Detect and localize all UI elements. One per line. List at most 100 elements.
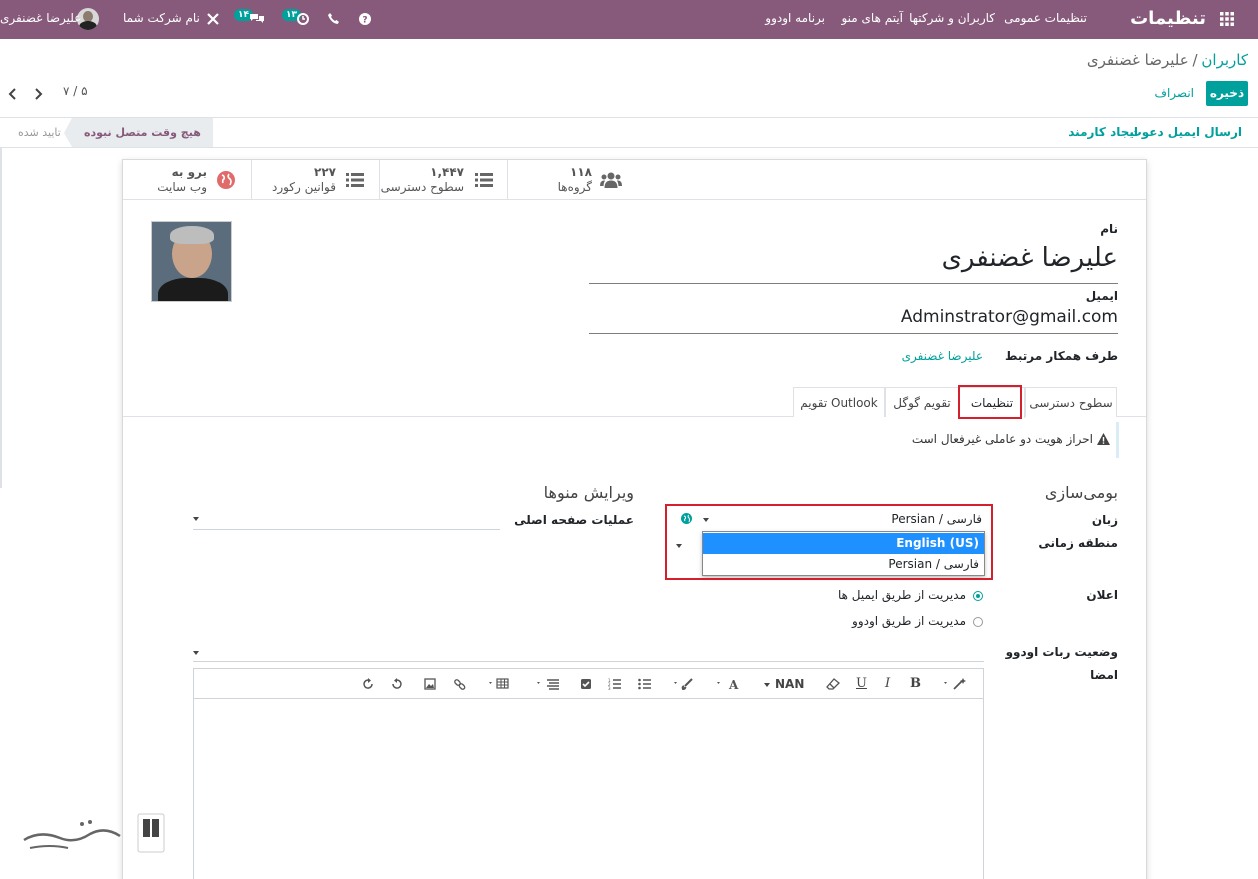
apps-grid-icon[interactable] (1220, 0, 1234, 39)
numbered-list-icon[interactable]: 123 (608, 675, 622, 693)
access-rights-count: ۱,۴۴۷ (430, 165, 464, 179)
menu-odoo-app[interactable]: برنامه اودوو (765, 0, 825, 39)
language-highlight-box (665, 504, 993, 580)
home-action-select[interactable] (193, 511, 500, 530)
notification-odoo-radio[interactable] (973, 617, 983, 627)
stage-arrow (64, 118, 72, 147)
warning-icon (1097, 433, 1110, 445)
record-rules-count: ۲۲۷ (314, 165, 336, 179)
access-rights-label: سطوح دسترسی (380, 180, 464, 194)
language-label: زبان (1091, 513, 1118, 527)
company-switcher[interactable]: نام شرکت شما (123, 0, 200, 39)
breadcrumb-separator: / (1192, 51, 1198, 69)
editor-toolbar: 123 A NAN U I B (194, 669, 983, 699)
user-photo[interactable] (151, 221, 232, 302)
font-size-select[interactable]: NAN (764, 675, 804, 693)
font-color-icon[interactable]: A (717, 675, 741, 693)
menus-customization-title: ویرایش منوها (543, 483, 634, 502)
two-factor-alert-text: احراز هویت دو عاملی غیرفعال است (911, 432, 1093, 446)
magic-wand-icon[interactable] (944, 675, 968, 693)
menu-users-companies[interactable]: کاربران و شرکتها (909, 0, 995, 39)
notification-label: اعلان (1086, 588, 1118, 602)
breadcrumb: کاربران / علیرضا غضنفری (1087, 51, 1248, 69)
image-icon[interactable] (424, 675, 436, 693)
odoobot-caret (193, 651, 199, 655)
record-rules-stat-button[interactable]: ۲۲۷ قوانین رکورد (251, 160, 379, 200)
pager-previous-button[interactable] (8, 87, 18, 101)
groups-count: ۱۱۸ (570, 165, 592, 179)
create-employee-button[interactable]: ایجاد کارمند (1068, 125, 1138, 139)
notification-odoo-label[interactable]: مدیریت از طریق اودوو (852, 614, 966, 628)
tab-google-calendar[interactable]: تقویم گوگل (885, 387, 959, 417)
website-label: وب سایت (157, 180, 207, 194)
undo-icon[interactable] (391, 675, 403, 693)
menu-general-settings[interactable]: تنظیمات عمومی (1004, 0, 1087, 39)
messages-menu[interactable]: ۱۴ (234, 0, 266, 39)
help-icon[interactable]: ? (359, 0, 371, 39)
signature-editor[interactable]: 123 A NAN U I B (193, 668, 984, 879)
name-input[interactable]: علیرضا غضنفری (589, 238, 1118, 284)
name-label: نام (1100, 222, 1118, 236)
background-color-icon[interactable] (674, 675, 696, 693)
table-icon[interactable] (489, 675, 511, 693)
pager-value[interactable]: ۵ / ۷ (63, 84, 88, 98)
eraser-icon[interactable] (826, 675, 840, 693)
paragraph-align-icon[interactable] (537, 675, 561, 693)
svg-text:A: A (728, 678, 739, 690)
discard-button[interactable]: انصراف (1155, 81, 1194, 106)
stage-never-connected[interactable]: هیچ وقت متصل نبوده (72, 118, 213, 147)
app-title[interactable]: تنظیمات (1130, 0, 1206, 39)
user-menu[interactable]: علیرضا غضنفری (0, 0, 81, 39)
globe-icon (217, 171, 235, 189)
home-action-caret (193, 517, 199, 521)
underline-icon[interactable]: U (856, 675, 867, 693)
chat-icon (250, 13, 264, 25)
list-icon (475, 173, 493, 187)
related-partner-link[interactable]: علیرضا غضنفری (902, 349, 983, 363)
stage-confirmed[interactable]: تایید شده (18, 118, 61, 147)
related-partner-label: طرف همکار مرتبط (1005, 349, 1118, 363)
groups-stat-button[interactable]: ۱۱۸ گروه‌ها (507, 160, 635, 200)
button-box: ۱۱۸ گروه‌ها ۱,۴۴۷ سطوح دسترسی ۲۲۷ قوانین… (123, 160, 1146, 200)
checklist-icon[interactable] (580, 675, 592, 693)
users-icon (600, 172, 622, 188)
tab-highlight-box (958, 385, 1022, 419)
access-rights-stat-button[interactable]: ۱,۴۴۷ سطوح دسترسی (379, 160, 507, 200)
redo-icon[interactable] (362, 675, 374, 693)
timezone-label: منطقه زمانی (1038, 536, 1118, 550)
svg-text:?: ? (362, 16, 367, 26)
tab-outlook-calendar[interactable]: تقویم Outlook (793, 387, 885, 417)
italic-icon[interactable]: I (885, 675, 890, 693)
notification-email-radio[interactable] (973, 591, 983, 601)
groups-label: گروه‌ها (557, 180, 592, 194)
save-button[interactable]: ذخیره (1206, 81, 1248, 106)
link-icon[interactable] (454, 675, 466, 693)
activities-menu[interactable]: ۱۳ (282, 0, 312, 39)
go-to-website-stat-button[interactable]: برو به وب سایت (123, 160, 251, 200)
email-label: ایمیل (1085, 289, 1118, 303)
list-icon (346, 173, 364, 187)
debug-tools-icon[interactable] (207, 0, 219, 39)
watermark-logo (20, 810, 168, 858)
bold-icon[interactable]: B (910, 675, 921, 693)
breadcrumb-users[interactable]: کاربران (1201, 51, 1248, 69)
svg-text:3: 3 (608, 686, 611, 690)
bullet-list-icon[interactable] (638, 675, 652, 693)
localization-title: بومی‌سازی (1044, 483, 1118, 502)
pager-next-button[interactable] (33, 87, 43, 101)
clock-icon (297, 13, 309, 25)
send-invitation-button[interactable]: ارسال ایمیل دعوت (1130, 125, 1242, 139)
phone-icon[interactable] (328, 0, 339, 39)
go-to-label: برو به (171, 165, 207, 179)
left-scroll-edge (0, 148, 2, 488)
menu-menu-items[interactable]: آیتم های منو (841, 0, 903, 39)
record-rules-label: قوانین رکورد (271, 180, 336, 194)
odoobot-status-select[interactable] (193, 646, 984, 662)
odoobot-status-label: وضعیت ربات اودوو (1005, 645, 1118, 659)
two-factor-alert: احراز هویت دو عاملی غیرفعال است (912, 422, 1119, 458)
signature-label: امضا (1090, 668, 1118, 682)
top-navbar: تنظیمات تنظیمات عمومی کاربران و شرکتها آ… (0, 0, 1258, 39)
tab-access-rights[interactable]: سطوح دسترسی (1025, 387, 1117, 417)
email-input[interactable]: Adminstrator@gmail.com (589, 303, 1118, 334)
notification-email-label[interactable]: مدیریت از طریق ایمیل ها (838, 588, 966, 602)
